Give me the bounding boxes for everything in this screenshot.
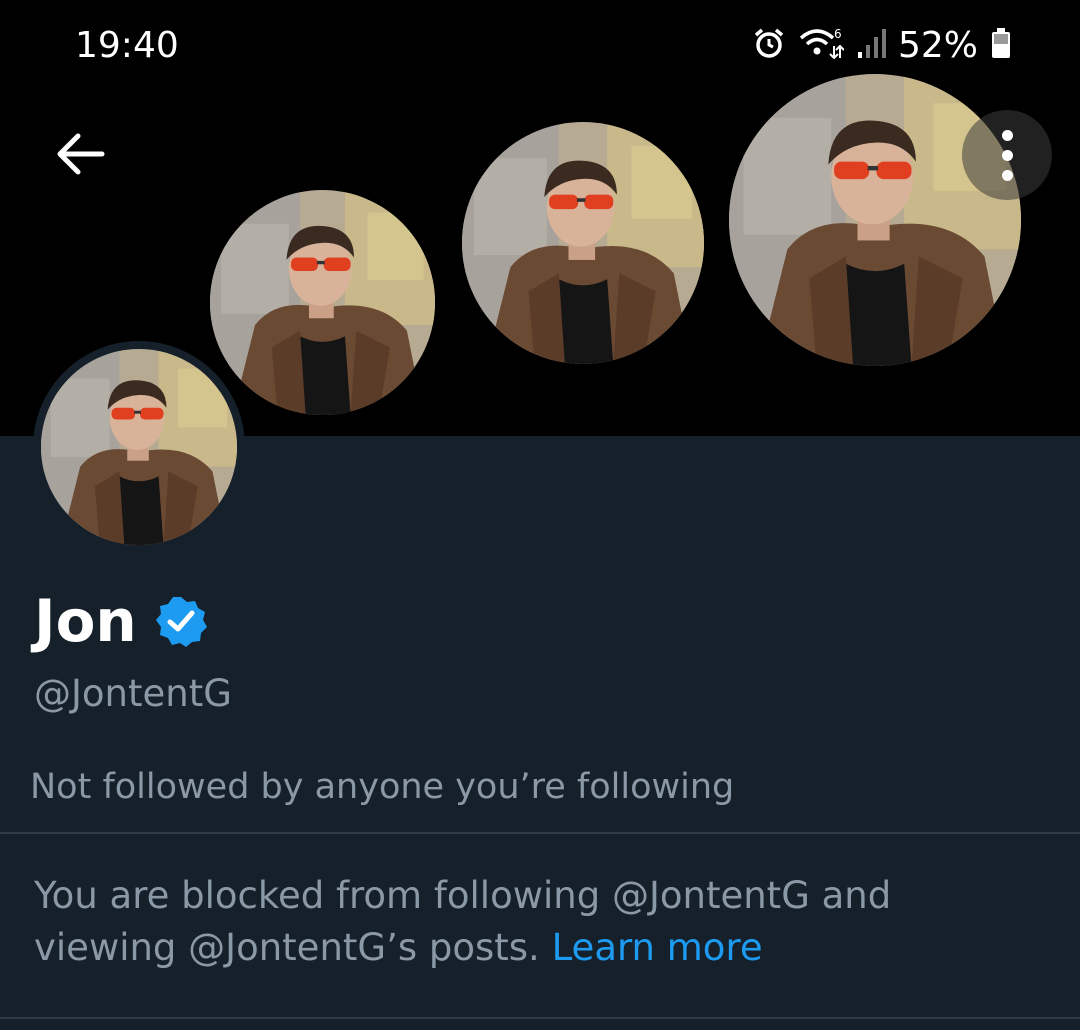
followers-note: Not followed by anyone you’re following — [30, 767, 735, 807]
banner-photo-small — [210, 190, 435, 415]
svg-text:6: 6 — [834, 27, 842, 41]
divider — [0, 832, 1080, 834]
back-button[interactable] — [52, 126, 108, 182]
avatar[interactable] — [41, 349, 237, 545]
banner-photo-large — [729, 74, 1021, 366]
arrow-left-icon — [57, 133, 105, 175]
wifi-6-icon: 6 — [798, 26, 845, 64]
display-name: Jon — [34, 587, 137, 655]
profile-screen: 19:40 6 52% Jon @JontentG Not followed b… — [0, 0, 1080, 1030]
verified-badge-icon[interactable] — [155, 595, 207, 647]
status-time: 19:40 — [75, 25, 179, 66]
divider — [0, 1017, 1080, 1019]
more-options-button[interactable] — [962, 110, 1052, 200]
name-row: Jon — [34, 586, 207, 656]
blocked-notice: You are blocked from following @JontentG… — [34, 870, 1044, 974]
cell-signal-icon — [856, 26, 886, 64]
battery-icon — [990, 26, 1012, 64]
alarm-icon — [752, 26, 786, 64]
learn-more-link[interactable]: Learn more — [552, 926, 763, 969]
blocked-notice-text: You are blocked from following @JontentG… — [34, 874, 892, 969]
profile-handle: @JontentG — [34, 672, 232, 715]
banner-photo-medium — [462, 122, 704, 364]
battery-percent: 52% — [897, 24, 978, 66]
status-icons: 6 52% — [752, 22, 1012, 68]
